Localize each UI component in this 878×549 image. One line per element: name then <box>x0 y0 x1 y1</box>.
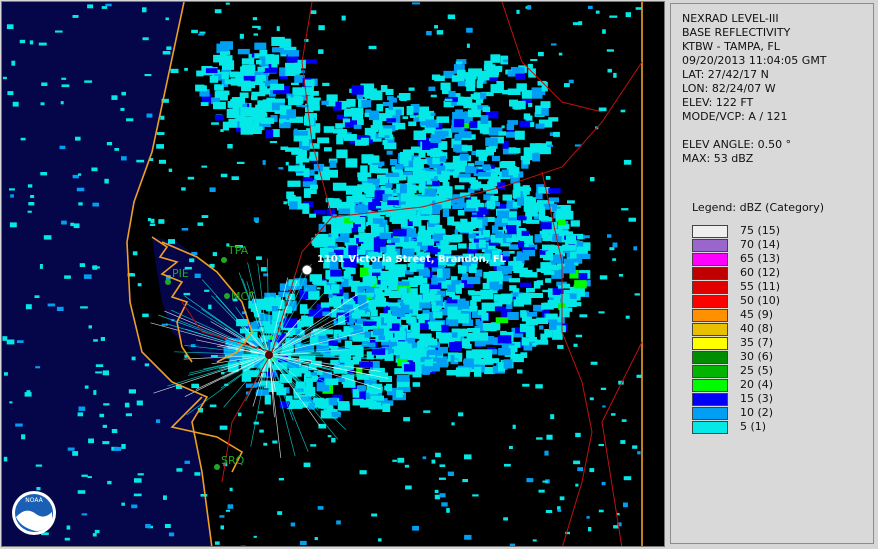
legend-swatch <box>692 337 728 350</box>
legend-swatch <box>692 365 728 378</box>
legend-label: 70 (14) <box>740 238 781 251</box>
legend-row: 55 (11) <box>692 280 862 294</box>
place-label-tpa: TPA <box>227 244 249 257</box>
place-label-srq: SRQ <box>221 454 245 467</box>
legend-row: 5 (1) <box>692 420 862 434</box>
legend-swatch <box>692 309 728 322</box>
station-text: KTBW - TAMPA, FL <box>682 40 780 53</box>
legend-swatch <box>692 239 728 252</box>
legend-label: 5 (1) <box>740 420 767 433</box>
legend-swatch <box>692 323 728 336</box>
place-dot-pie <box>165 279 171 285</box>
legend-label: 25 (5) <box>740 364 774 377</box>
legend-title: Legend: dBZ (Category) <box>692 201 824 214</box>
legend-swatch <box>692 379 728 392</box>
legend-row: 10 (2) <box>692 406 862 420</box>
place-label-mcf: MCF <box>231 290 255 303</box>
place-label-pie: PIE <box>172 267 189 280</box>
legend-row: 65 (13) <box>692 252 862 266</box>
legend-label: 45 (9) <box>740 308 774 321</box>
place-dot-srq <box>214 464 220 470</box>
legend-swatch <box>692 253 728 266</box>
legend-swatch <box>692 295 728 308</box>
legend-label: 50 (10) <box>740 294 781 307</box>
legend-label: 55 (11) <box>740 280 781 293</box>
elev-angle-text: ELEV ANGLE: 0.50 ° <box>682 138 792 151</box>
longitude-text: LON: 82/24/07 W <box>682 82 776 95</box>
legend-label: 75 (15) <box>740 224 781 237</box>
legend-label: 40 (8) <box>740 322 774 335</box>
legend-row: 15 (3) <box>692 392 862 406</box>
place-dot-tpa <box>221 257 227 263</box>
legend-label: 20 (4) <box>740 378 774 391</box>
legend-row: 45 (9) <box>692 308 862 322</box>
legend-swatch <box>692 225 728 238</box>
legend-row: 40 (8) <box>692 322 862 336</box>
place-dot-mcf <box>224 293 230 299</box>
radar-map[interactable]: 1101 Victoria Street, Brandon, FL TPA PI… <box>1 1 665 547</box>
mode-vcp-text: MODE/VCP: A / 121 <box>682 110 788 123</box>
noaa-logo: NOAA <box>12 491 56 535</box>
legend-swatch <box>692 421 728 434</box>
legend-swatch <box>692 407 728 420</box>
elevation-text: ELEV: 122 FT <box>682 96 754 109</box>
radar-canvas: 1101 Victoria Street, Brandon, FL TPA PI… <box>2 2 664 546</box>
product-type-text: BASE REFLECTIVITY <box>682 26 791 39</box>
legend-row: 25 (5) <box>692 364 862 378</box>
info-panel: NEXRAD LEVEL-III BASE REFLECTIVITY KTBW … <box>670 3 874 544</box>
datetime-text: 09/20/2013 11:04:05 GMT <box>682 54 827 67</box>
legend-row: 60 (12) <box>692 266 862 280</box>
legend-label: 10 (2) <box>740 406 774 419</box>
legend-label: 65 (13) <box>740 252 781 265</box>
legend-row: 20 (4) <box>692 378 862 392</box>
legend-swatch <box>692 393 728 406</box>
location-label: 1101 Victoria Street, Brandon, FL <box>317 254 507 265</box>
latitude-text: LAT: 27/42/17 N <box>682 68 769 81</box>
product-text: NEXRAD LEVEL-III <box>682 12 779 25</box>
legend-label: 60 (12) <box>740 266 781 279</box>
legend-row: 50 (10) <box>692 294 862 308</box>
svg-text:NOAA: NOAA <box>25 497 43 504</box>
legend-swatch <box>692 267 728 280</box>
legend-label: 35 (7) <box>740 336 774 349</box>
legend-label: 30 (6) <box>740 350 774 363</box>
legend-row: 30 (6) <box>692 350 862 364</box>
legend-swatch <box>692 351 728 364</box>
legend-row: 35 (7) <box>692 336 862 350</box>
legend-row: 70 (14) <box>692 238 862 252</box>
location-marker-icon[interactable] <box>301 264 313 276</box>
legend-label: 15 (3) <box>740 392 774 405</box>
max-dbz-text: MAX: 53 dBZ <box>682 152 754 165</box>
legend-row: 75 (15) <box>692 224 862 238</box>
legend-swatch <box>692 281 728 294</box>
radar-site-marker <box>265 351 273 359</box>
